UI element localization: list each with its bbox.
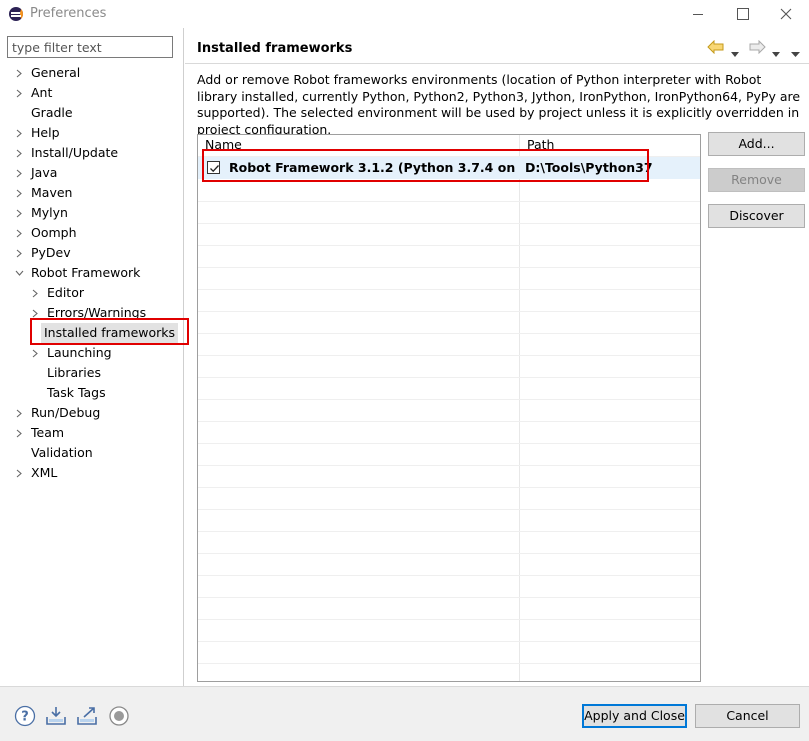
tree-item-mylyn[interactable]: Mylyn [16, 203, 71, 223]
divider [185, 63, 809, 64]
frameworks-table[interactable]: Name Path Robot Framework 3.1.2 (Python … [197, 134, 701, 682]
tree-item-oomph[interactable]: Oomph [16, 223, 80, 243]
chevron-right-icon[interactable] [13, 183, 25, 203]
page-description: Add or remove Robot frameworks environme… [197, 72, 801, 137]
tree-item-install-update[interactable]: Install/Update [16, 143, 121, 163]
tree-item-gradle[interactable]: Gradle [28, 103, 76, 123]
chevron-right-icon[interactable] [13, 163, 25, 183]
filter-input[interactable] [7, 36, 173, 58]
window-title: Preferences [30, 6, 107, 21]
back-arrow-icon[interactable] [707, 39, 725, 57]
record-icon[interactable] [108, 705, 130, 727]
eclipse-icon [9, 7, 23, 21]
framework-checkbox[interactable] [207, 161, 220, 174]
column-divider [519, 135, 520, 681]
chevron-right-icon[interactable] [29, 283, 41, 303]
checkmark-icon [210, 165, 219, 173]
tree-item-general[interactable]: General [16, 63, 83, 83]
chevron-down-icon[interactable] [13, 263, 25, 283]
tree-item-maven[interactable]: Maven [16, 183, 75, 203]
chevron-right-icon[interactable] [13, 203, 25, 223]
tree-item-validation[interactable]: Validation [28, 443, 96, 463]
preference-page: Installed frameworks Add or remove Robot… [185, 28, 809, 686]
tree-item-libraries[interactable]: Libraries [44, 363, 104, 383]
export-icon[interactable] [76, 705, 98, 727]
import-icon[interactable] [45, 705, 67, 727]
add-button[interactable]: Add... [708, 132, 805, 156]
tree-item-task-tags[interactable]: Task Tags [44, 383, 109, 403]
forward-dropdown-icon[interactable] [772, 45, 780, 60]
apply-and-close-button[interactable]: Apply and Close [582, 704, 687, 728]
framework-name: Robot Framework 3.1.2 (Python 3.7.4 on w… [229, 160, 519, 175]
chevron-right-icon[interactable] [13, 123, 25, 143]
chevron-right-icon[interactable] [13, 403, 25, 423]
tree-item-xml[interactable]: XML [16, 463, 60, 483]
chevron-right-icon[interactable] [13, 423, 25, 443]
minimize-button[interactable] [689, 4, 709, 24]
discover-button[interactable]: Discover [708, 204, 805, 228]
chevron-right-icon[interactable] [13, 63, 25, 83]
page-title: Installed frameworks [197, 41, 353, 56]
chevron-right-icon[interactable] [13, 83, 25, 103]
forward-arrow-icon[interactable] [748, 39, 766, 57]
tree-item-pydev[interactable]: PyDev [16, 243, 74, 263]
column-header-name[interactable]: Name [198, 135, 520, 155]
tree-item-ant[interactable]: Ant [16, 83, 55, 103]
title-bar: Preferences [0, 0, 809, 28]
tree-item-errors-warnings[interactable]: Errors/Warnings [32, 303, 149, 323]
tree-item-team[interactable]: Team [16, 423, 67, 443]
tree-item-robot-framework[interactable]: Robot Framework [15, 263, 143, 283]
chevron-right-icon[interactable] [29, 343, 41, 363]
tree-item-help[interactable]: Help [16, 123, 63, 143]
navigation-toolbar [705, 39, 805, 57]
chevron-right-icon[interactable] [13, 223, 25, 243]
cancel-button[interactable]: Cancel [695, 704, 800, 728]
button-bar: ? Apply and Close Cancel [0, 687, 809, 741]
back-dropdown-icon[interactable] [731, 45, 739, 60]
maximize-button[interactable] [733, 4, 753, 24]
tree-item-editor[interactable]: Editor [32, 283, 87, 303]
svg-text:?: ? [21, 710, 29, 725]
close-icon [780, 8, 792, 20]
tree-item-launching[interactable]: Launching [32, 343, 115, 363]
preferences-tree-panel: General Ant Gradle Help Install/Update J… [0, 28, 189, 686]
close-button[interactable] [776, 4, 796, 24]
tree-item-java[interactable]: Java [16, 163, 60, 183]
remove-button[interactable]: Remove [708, 168, 805, 192]
chevron-right-icon[interactable] [13, 463, 25, 483]
chevron-right-icon[interactable] [29, 303, 41, 323]
help-icon[interactable]: ? [14, 705, 36, 727]
table-row[interactable]: Robot Framework 3.1.2 (Python 3.7.4 on w… [198, 157, 700, 179]
tree-item-installed-frameworks[interactable]: Installed frameworks [41, 323, 179, 343]
view-menu-icon[interactable] [791, 45, 800, 60]
column-header-path[interactable]: Path [520, 135, 700, 155]
framework-path: D:\Tools\Python37 [525, 160, 653, 175]
chevron-right-icon[interactable] [13, 143, 25, 163]
tree-item-run-debug[interactable]: Run/Debug [16, 403, 103, 423]
chevron-right-icon[interactable] [13, 243, 25, 263]
